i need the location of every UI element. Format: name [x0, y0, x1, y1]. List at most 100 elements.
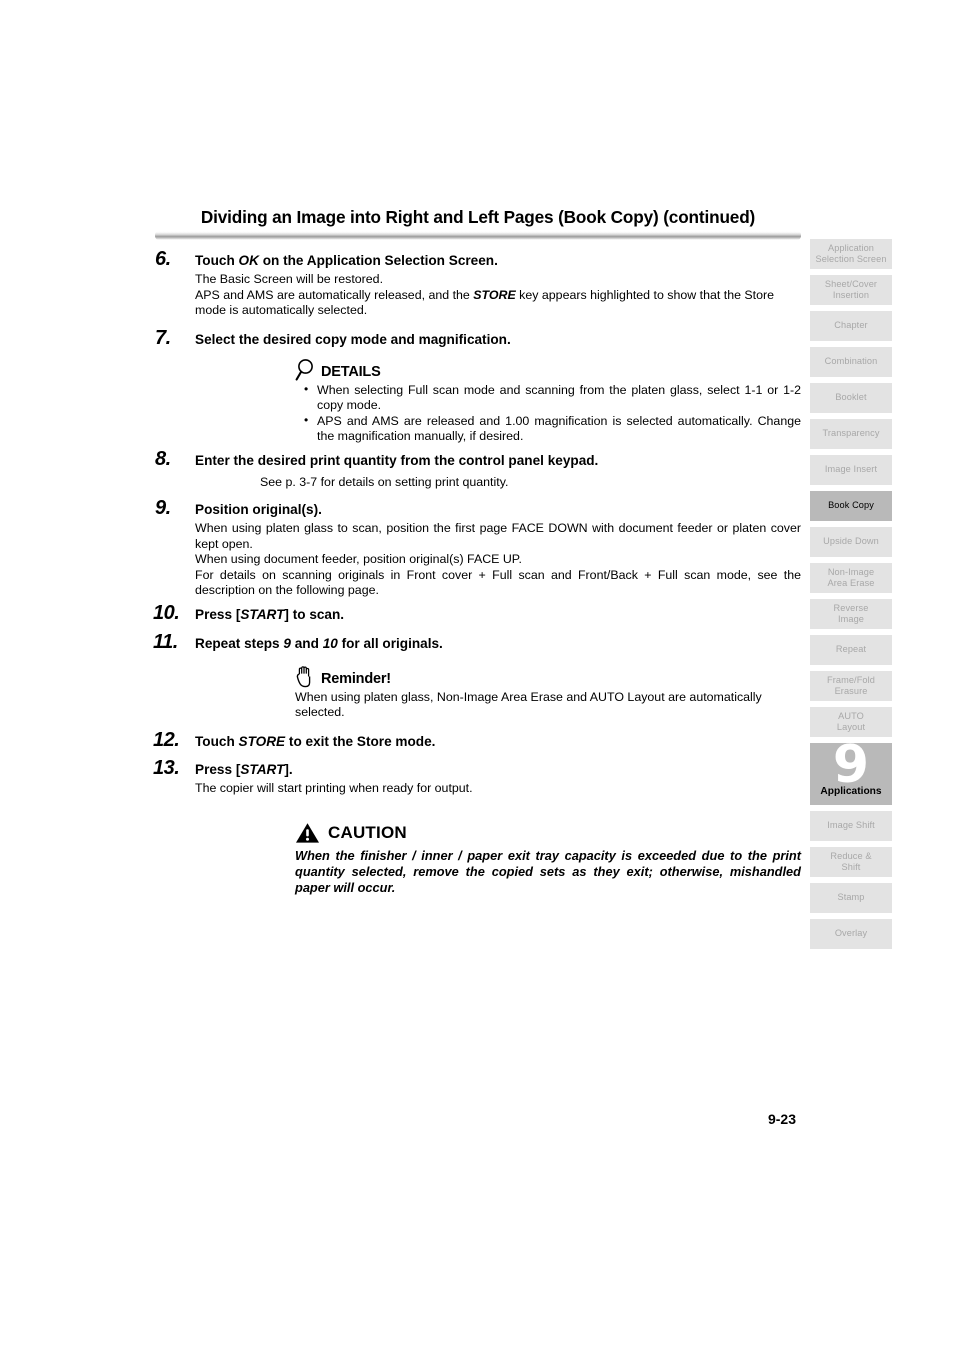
sidebar-tab-combination[interactable]: Combination — [810, 347, 892, 377]
instruction-list: 6. Touch OK on the Application Selection… — [153, 248, 801, 896]
step-11: 11. Repeat steps 9 and 10 for all origin… — [153, 631, 801, 653]
step-6: 6. Touch OK on the Application Selection… — [155, 248, 801, 318]
step-6-heading: Touch OK on the Application Selection Sc… — [195, 252, 801, 270]
tab-label-line2: Layout — [836, 722, 866, 732]
sidebar-tab-upside-down[interactable]: Upside Down — [810, 527, 892, 557]
tab-label-line2: Selection Screen — [815, 254, 887, 264]
caution-body: When the finisher / inner / paper exit t… — [295, 847, 801, 895]
tab-label-line1: Stamp — [837, 892, 865, 903]
step-8-heading: Enter the desired print quantity from th… — [195, 453, 599, 469]
tab-label-line1: Sheet/Cover — [824, 278, 878, 289]
reminder-callout-title: Reminder! — [321, 671, 391, 688]
tab-label-line1: Non-Image — [827, 566, 875, 577]
step-9: 9. Position original(s). When using plat… — [155, 497, 801, 598]
step-11-heading-post: for all originals. — [337, 635, 443, 651]
step-6-body: The Basic Screen will be restored. APS a… — [195, 272, 801, 318]
step-12-number: 12. — [153, 728, 180, 751]
step-12-store-key: STORE — [238, 733, 286, 749]
sidebar-tab-chapter[interactable]: Chapter — [810, 311, 892, 341]
details-callout-header: DETAILS — [295, 356, 801, 382]
chapter-number: 9 — [832, 735, 870, 795]
sidebar-tab-frame-fold-erasure[interactable]: Frame/Fold Erasure — [810, 671, 892, 701]
tab-label-line2: Area Erase — [827, 578, 875, 588]
sidebar-chapter-marker-applications[interactable]: 9 Applications — [810, 739, 892, 805]
tab-label-line1: Image Insert — [824, 464, 878, 475]
step-12: 12. Touch STORE to exit the Store mode. — [153, 729, 801, 751]
step-13-heading-pre: Press [ — [195, 762, 241, 778]
step-10-heading-pre: Press [ — [195, 607, 241, 623]
step-13: 13. Press [START]. The copier will start… — [153, 757, 801, 797]
step-10-number: 10. — [153, 602, 180, 625]
page-number: 9-23 — [767, 1111, 796, 1127]
step-6-heading-emphasis: OK — [238, 253, 259, 268]
hand-stop-icon — [295, 665, 317, 689]
step-8-number: 8. — [155, 448, 171, 471]
step-6-number: 6. — [155, 248, 171, 270]
tab-label-line2: Image — [837, 614, 865, 624]
sidebar-tab-overlay[interactable]: Overlay — [810, 919, 892, 949]
step-13-number: 13. — [153, 757, 180, 780]
step-13-heading: Press [START]. — [195, 761, 801, 779]
step-12-heading-pre: Touch — [195, 733, 239, 749]
chapter-label: Applications — [820, 786, 882, 797]
tab-label-line1: Repeat — [835, 644, 867, 655]
step-10: 10. Press [START] to scan. — [153, 602, 801, 624]
sidebar-tab-booklet[interactable]: Booklet — [810, 383, 892, 413]
tab-label-line1: Overlay — [834, 928, 868, 939]
step-13-body: The copier will start printing when read… — [195, 781, 473, 796]
step-9-heading: Position original(s). — [195, 502, 322, 518]
sidebar-tab-non-image-area-erase[interactable]: Non-Image Area Erase — [810, 563, 892, 593]
step-11-heading-mid: and — [290, 635, 323, 651]
step-13-heading-post: ]. — [284, 762, 293, 778]
tab-label-line1: Application — [827, 242, 875, 253]
caution-block: CAUTION When the finisher / inner / pape… — [295, 821, 801, 896]
details-callout: DETAILS When selecting Full scan mode an… — [295, 356, 801, 445]
tab-label-line1: Book Copy — [828, 500, 874, 511]
tab-label-line2: Insertion — [832, 290, 870, 300]
step-11-ref-9: 9 — [283, 635, 291, 651]
sidebar-tab-sheet-cover-insertion[interactable]: Sheet/Cover Insertion — [810, 275, 892, 305]
caution-header: CAUTION — [295, 821, 801, 845]
sidebar-tab-auto-layout[interactable]: AUTO Layout — [810, 707, 892, 737]
sidebar-tab-reduce-shift[interactable]: Reduce & Shift — [810, 847, 892, 877]
step-6-body-line2: APS and AMS are automatically released, … — [195, 288, 801, 319]
details-callout-title: DETAILS — [321, 364, 381, 381]
sidebar-tab-application-selection-screen[interactable]: Application Selection Screen — [810, 239, 892, 269]
tab-label-line1: Transparency — [822, 428, 880, 439]
step-11-ref-10: 10 — [322, 635, 338, 651]
step-13-start-key: START — [240, 762, 285, 778]
title-divider — [155, 230, 801, 240]
step-6-body-line2-pre: APS and AMS are automatically released, … — [195, 287, 474, 302]
step-11-number: 11. — [153, 630, 178, 653]
sidebar-tab-stamp[interactable]: Stamp — [810, 883, 892, 913]
details-bullet-1: When selecting Full scan mode and scanni… — [304, 382, 801, 414]
sidebar-tab-transparency[interactable]: Transparency — [810, 419, 892, 449]
step-6-body-line1: The Basic Screen will be restored. — [195, 272, 384, 287]
step-7-heading: Select the desired copy mode and magnifi… — [195, 332, 511, 348]
tab-label-line1: Chapter — [834, 320, 868, 331]
section-tab-rail: Application Selection Screen Sheet/Cover… — [810, 239, 892, 955]
step-12-heading-post: to exit the Store mode. — [285, 733, 436, 749]
sidebar-tab-reverse-image[interactable]: Reverse Image — [810, 599, 892, 629]
reminder-callout: Reminder! When using platen glass, Non-I… — [295, 663, 801, 721]
reminder-callout-header: Reminder! — [295, 663, 801, 689]
details-callout-body: When selecting Full scan mode and scanni… — [295, 382, 801, 445]
tab-label-line1: Frame/Fold — [827, 674, 875, 685]
step-8: 8. Enter the desired print quantity from… — [155, 448, 801, 470]
tab-label-line1: AUTO — [838, 710, 864, 721]
sidebar-tab-image-shift[interactable]: Image Shift — [810, 811, 892, 841]
step-9-number: 9. — [155, 497, 171, 520]
tab-label-line1: Image Shift — [827, 820, 875, 831]
step-8-note: See p. 3-7 for details on setting print … — [260, 474, 509, 489]
step-9-body-line1: When using platen glass to scan, positio… — [195, 521, 801, 551]
step-9-body: When using platen glass to scan, positio… — [195, 521, 801, 598]
sidebar-tab-book-copy[interactable]: Book Copy — [810, 491, 892, 521]
step-11-heading-pre: Repeat steps — [195, 635, 284, 651]
tab-label-line1: Combination — [824, 356, 878, 367]
tab-label-line1: Reduce & — [830, 850, 872, 861]
page-title: Dividing an Image into Right and Left Pa… — [200, 207, 756, 227]
sidebar-tab-image-insert[interactable]: Image Insert — [810, 455, 892, 485]
reminder-callout-body: When using platen glass, Non-Image Area … — [295, 689, 762, 720]
step-9-body-line2: When using document feeder, position ori… — [195, 552, 522, 567]
sidebar-tab-repeat[interactable]: Repeat — [810, 635, 892, 665]
